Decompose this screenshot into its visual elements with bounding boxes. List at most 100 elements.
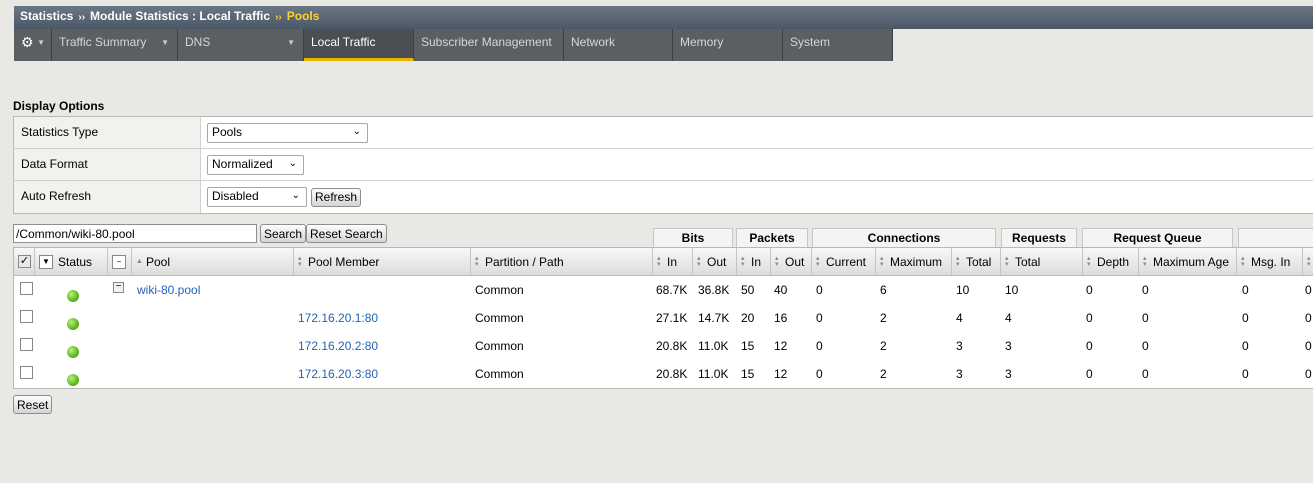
gear-icon: ⚙ — [21, 34, 34, 50]
tab-label: Local Traffic — [311, 35, 376, 49]
pool-member-link[interactable]: 172.16.20.3:80 — [298, 367, 378, 381]
breadcrumb-section[interactable]: Module Statistics : Local Traffic — [90, 9, 270, 23]
bits-out-cell: 14.7K — [698, 311, 730, 325]
auto-refresh-select[interactable]: Disabled ⌄ — [207, 187, 307, 207]
column-bits-in[interactable]: ▴ ▾ In — [653, 248, 693, 275]
settings-menu[interactable]: ⚙ ▼ — [14, 29, 52, 61]
packets-out-cell: 16 — [774, 311, 788, 325]
search-input[interactable] — [13, 224, 257, 243]
select-all-checkbox[interactable]: ✓ — [18, 255, 31, 268]
auto-refresh-label: Auto Refresh — [14, 181, 201, 213]
partial-cell: 0 — [1305, 339, 1312, 353]
column-connections-current[interactable]: ▴ ▾ Current — [812, 248, 876, 275]
tab-network[interactable]: Network — [564, 29, 673, 61]
table-header: ✓ ▼ Status − ▲ Pool ▴ ▾ Pool Member ▴ ▾ Partit… — [14, 248, 1313, 276]
data-format-select[interactable]: Normalized ⌄ — [207, 154, 304, 175]
tab-label: Traffic Summary — [59, 35, 147, 49]
column-status[interactable]: ▼ Status — [35, 248, 108, 275]
main-nav: ⚙ ▼ Traffic Summary ▼ DNS ▼ Local Traffic S… — [14, 29, 893, 61]
tab-label: System — [790, 35, 831, 49]
column-partition-path[interactable]: ▴ ▾ Partition / Path — [471, 248, 653, 275]
statistics-type-select[interactable]: Pools ⌄ — [207, 122, 368, 143]
column-label: Maximum Age — [1153, 254, 1230, 269]
connections-total-cell: 3 — [956, 339, 963, 353]
search-button[interactable]: Search — [260, 224, 307, 243]
column-connections-total[interactable]: ▴ ▾ Total — [952, 248, 1001, 275]
group-header-partial — [1238, 228, 1313, 247]
tab-subscriber-management[interactable]: Subscriber Management — [414, 29, 564, 61]
group-header-packets: Packets — [736, 228, 808, 247]
status-filter-icon[interactable]: ▼ — [39, 254, 53, 269]
group-header-requests: Requests — [1001, 228, 1077, 247]
column-label: Current — [826, 254, 867, 269]
sort-icon: ▴ ▾ — [475, 254, 479, 268]
tab-memory[interactable]: Memory — [673, 29, 783, 61]
table-row: 172.16.20.2:80 Common 20.8K 11.0K 15 12 … — [14, 332, 1313, 360]
pool-member-link[interactable]: 172.16.20.1:80 — [298, 311, 378, 325]
packets-in-cell: 15 — [741, 339, 755, 353]
sort-icon: ▴ ▾ — [880, 254, 884, 268]
reset-search-button[interactable]: Reset Search — [306, 224, 387, 243]
pool-member-link[interactable]: 172.16.20.2:80 — [298, 339, 378, 353]
msg-in-cell: 0 — [1242, 339, 1249, 353]
connections-current-cell: 0 — [816, 311, 823, 325]
packets-in-cell: 20 — [741, 311, 755, 325]
display-options-table: Statistics Type Pools ⌄ Data Format Norma… — [13, 116, 1313, 214]
column-queue-depth[interactable]: ▴ ▾ Depth — [1083, 248, 1139, 275]
bits-out-cell: 36.8K — [698, 283, 730, 297]
column-pool-member[interactable]: ▴ ▾ Pool Member — [294, 248, 471, 275]
tab-label: Memory — [680, 35, 724, 49]
bits-out-cell: 11.0K — [698, 339, 729, 353]
chevron-down-icon: ▼ — [161, 38, 169, 47]
column-requests-total[interactable]: ▴ ▾ Total — [1001, 248, 1083, 275]
column-pool[interactable]: ▲ Pool — [132, 248, 294, 275]
column-label: In — [751, 254, 762, 269]
partition-cell: Common — [475, 367, 524, 381]
sort-asc-icon: ▲ — [136, 257, 143, 265]
group-header-request-queue: Request Queue — [1082, 228, 1233, 247]
reset-button[interactable]: Reset — [13, 395, 53, 414]
breadcrumb-root[interactable]: Statistics — [20, 9, 73, 23]
row-checkbox[interactable] — [20, 310, 33, 323]
table-row: 172.16.20.3:80 Common 20.8K 11.0K 15 12 … — [14, 360, 1313, 388]
sort-icon: ▴ ▾ — [1143, 254, 1147, 268]
column-partial[interactable]: ▴ ▾ — [1303, 248, 1313, 275]
row-checkbox[interactable] — [20, 282, 33, 295]
sort-icon: ▴ ▾ — [956, 254, 960, 268]
tab-traffic-summary[interactable]: Traffic Summary ▼ — [52, 29, 178, 61]
chevron-down-icon: ⌄ — [291, 190, 300, 201]
auto-refresh-value: Disabled — [212, 189, 259, 203]
sort-icon: ▴ ▾ — [1087, 254, 1091, 268]
breadcrumb-separator: ›› — [78, 12, 86, 23]
column-connections-maximum[interactable]: ▴ ▾ Maximum — [876, 248, 952, 275]
collapse-icon[interactable]: − — [113, 282, 124, 293]
connections-total-cell: 3 — [956, 367, 963, 381]
bits-in-cell: 27.1K — [656, 311, 688, 325]
row-checkbox[interactable] — [20, 366, 33, 379]
tab-dns[interactable]: DNS ▼ — [178, 29, 304, 61]
refresh-button[interactable]: Refresh — [311, 187, 362, 207]
bits-in-cell: 20.8K — [656, 339, 688, 353]
row-checkbox[interactable] — [20, 338, 33, 351]
select-all-cell: ✓ — [14, 248, 35, 275]
statistics-type-value: Pools — [212, 124, 243, 139]
display-options-heading: Display Options — [13, 99, 105, 113]
bits-out-cell: 11.0K — [698, 367, 729, 381]
collapse-all-icon[interactable]: − — [112, 254, 126, 269]
tab-local-traffic[interactable]: Local Traffic — [304, 29, 414, 61]
column-packets-in[interactable]: ▴ ▾ In — [737, 248, 771, 275]
connections-current-cell: 0 — [816, 283, 823, 297]
tab-system[interactable]: System — [783, 29, 893, 61]
chevron-down-icon: ⌄ — [288, 157, 297, 169]
pool-link[interactable]: wiki-80.pool — [137, 283, 200, 297]
data-format-label: Data Format — [14, 149, 201, 180]
column-packets-out[interactable]: ▴ ▾ Out — [771, 248, 812, 275]
column-bits-out[interactable]: ▴ ▾ Out — [693, 248, 737, 275]
column-queue-maximum-age[interactable]: ▴ ▾ Maximum Age — [1139, 248, 1237, 275]
column-label: Out — [707, 254, 727, 269]
queue-max-age-cell: 0 — [1142, 339, 1149, 353]
tab-label: Subscriber Management — [421, 35, 552, 49]
column-msg-in[interactable]: ▴ ▾ Msg. In — [1237, 248, 1303, 275]
status-available-icon — [67, 346, 79, 358]
connections-current-cell: 0 — [816, 367, 823, 381]
